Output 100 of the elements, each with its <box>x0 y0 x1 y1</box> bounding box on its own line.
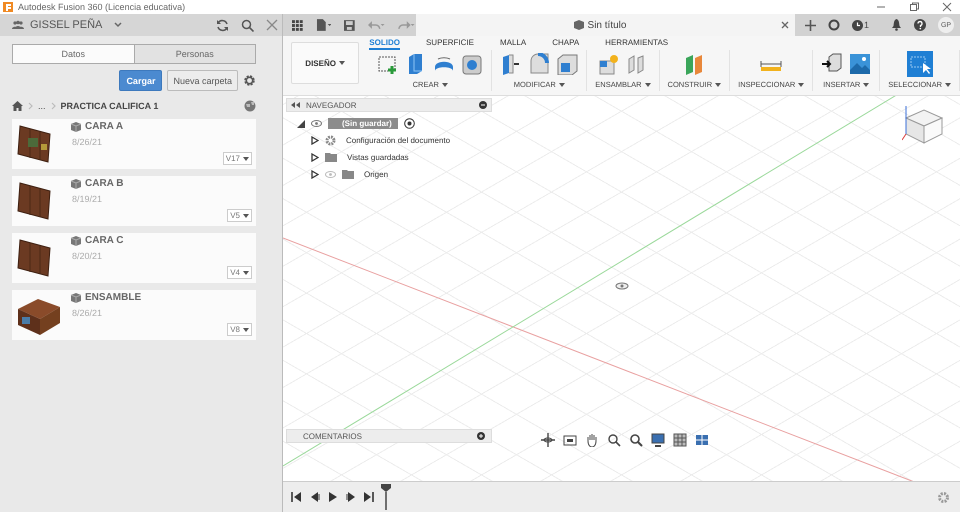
version-dropdown[interactable]: V8 <box>227 323 252 336</box>
select-icon[interactable] <box>906 51 933 77</box>
breadcrumb-link[interactable]: ... <box>38 101 46 111</box>
ribbon-tab[interactable]: CHAPA <box>552 36 580 50</box>
caret-down-icon <box>442 83 448 88</box>
job-count: 1 <box>864 20 869 30</box>
orbit-icon[interactable] <box>541 433 555 447</box>
file-date: 8/19/21 <box>71 194 104 204</box>
chevron-right-icon <box>50 102 56 110</box>
grid-icon[interactable] <box>292 20 303 30</box>
panel-title: COMENTARIOS <box>303 432 362 440</box>
origin-icon <box>615 282 629 290</box>
file-card[interactable]: CARA C 8/20/21 V4 <box>12 233 256 283</box>
skip-end-icon[interactable] <box>363 491 374 503</box>
close-icon[interactable] <box>780 21 789 29</box>
caret-down-icon <box>863 83 870 88</box>
file-date: 8/26/21 <box>71 137 104 147</box>
save-icon[interactable] <box>344 20 355 30</box>
user-name[interactable]: GISSEL PEÑA <box>30 19 102 31</box>
chevron-right-icon <box>28 102 33 110</box>
eye-icon[interactable] <box>311 120 322 127</box>
caret-down-icon <box>338 61 345 66</box>
folder-icon <box>342 170 354 179</box>
caret-down-icon <box>243 328 249 332</box>
ribbon-tab[interactable]: HERRAMIENTAS <box>605 36 668 50</box>
close-icon[interactable] <box>942 2 952 12</box>
play-icon[interactable] <box>327 491 338 503</box>
shell-icon[interactable] <box>556 53 578 75</box>
fillet-icon[interactable] <box>528 53 550 75</box>
file-card[interactable]: CARA B 8/19/21 V5 <box>12 176 256 226</box>
zoom-icon[interactable] <box>607 433 621 447</box>
radio-icon[interactable] <box>404 118 415 129</box>
tree-item[interactable]: Origen <box>360 170 388 179</box>
version-dropdown[interactable]: V4 <box>227 266 252 279</box>
tree-item[interactable]: Vistas guardadas <box>343 153 409 162</box>
caret-down-icon <box>243 270 249 274</box>
cube-icon <box>70 236 81 246</box>
globe-icon[interactable] <box>244 100 256 112</box>
ribbon-tab[interactable]: SUPERFICIE <box>426 36 474 50</box>
file-icon[interactable] <box>316 19 332 31</box>
tree-item[interactable]: Configuración del documento <box>342 136 450 145</box>
refresh-icon[interactable] <box>216 18 229 32</box>
look-at-icon[interactable] <box>563 433 577 447</box>
caret-down-icon <box>243 214 249 218</box>
ribbon-tab[interactable]: MALLA <box>500 36 526 50</box>
step-back-icon[interactable] <box>309 491 320 503</box>
ribbon-tab[interactable]: SOLIDO <box>369 36 400 50</box>
workspace-dropdown[interactable]: DISEÑO <box>291 42 360 84</box>
image-icon[interactable] <box>849 53 872 75</box>
file-date: 8/20/21 <box>71 251 104 261</box>
window-title: Autodesk Fusion 360 (Licencia educativa) <box>18 2 186 12</box>
pan-icon[interactable] <box>585 433 599 447</box>
help-icon[interactable] <box>914 19 926 31</box>
bell-icon[interactable] <box>891 19 902 31</box>
cube-icon <box>70 122 81 132</box>
caret-down-icon <box>945 83 951 88</box>
file-card[interactable]: ENSAMBLE 8/26/21 V8 <box>12 290 256 340</box>
component-icon[interactable] <box>598 53 620 75</box>
minus-icon[interactable] <box>479 101 487 109</box>
file-name: CARA A <box>85 121 124 132</box>
skip-start-icon[interactable] <box>291 491 302 503</box>
caret-down-icon <box>644 83 651 88</box>
clock-icon[interactable] <box>852 20 863 30</box>
zoom-window-icon[interactable] <box>629 433 643 447</box>
timeline-marker-icon[interactable] <box>381 484 391 510</box>
caret-down-icon <box>715 83 722 88</box>
caret-down-icon <box>243 156 249 160</box>
file-name: CARA C <box>85 235 124 246</box>
settings-icon[interactable] <box>243 74 256 87</box>
chevron-down-icon[interactable] <box>114 22 122 28</box>
cube-icon <box>572 20 584 30</box>
breadcrumb-folder[interactable]: PRACTICA CALIFICA 1 <box>60 101 158 111</box>
search-icon[interactable] <box>241 18 254 32</box>
file-date: 8/26/21 <box>71 308 104 318</box>
plus-circle-icon[interactable] <box>477 432 485 440</box>
expanded-triangle-icon[interactable] <box>297 120 305 128</box>
restore-icon[interactable] <box>909 2 919 12</box>
viewports-icon[interactable] <box>695 433 709 447</box>
cube-icon <box>70 292 81 302</box>
upload-button[interactable]: Cargar <box>119 70 162 91</box>
version-dropdown[interactable]: V5 <box>227 209 252 222</box>
gear-icon <box>325 135 336 146</box>
plus-icon[interactable] <box>804 20 816 30</box>
panel-tab[interactable]: Datos <box>13 45 134 63</box>
step-forward-icon[interactable] <box>345 491 356 503</box>
new-folder-button[interactable]: Nueva carpeta <box>167 70 238 91</box>
grid-icon[interactable] <box>673 433 687 447</box>
document-tab[interactable]: Sin título <box>416 14 795 36</box>
cube-icon <box>70 178 81 188</box>
file-name: ENSAMBLE <box>85 292 142 303</box>
display-icon[interactable] <box>651 433 665 447</box>
file-name: CARA B <box>85 178 124 189</box>
people-icon <box>12 20 24 30</box>
panel-title: NAVEGADOR <box>306 100 357 110</box>
caret-down-icon <box>798 83 804 88</box>
version-dropdown[interactable]: V17 <box>222 152 252 165</box>
collapse-icon[interactable] <box>291 102 300 108</box>
home-icon[interactable] <box>12 101 23 111</box>
hole-icon[interactable] <box>461 53 484 75</box>
file-card[interactable]: CARA A 8/26/21 V17 <box>12 119 256 169</box>
